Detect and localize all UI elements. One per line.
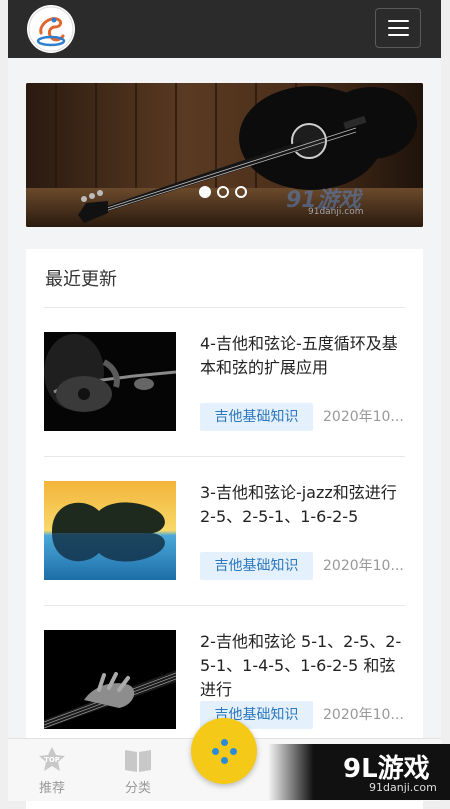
corner-watermark-text: 9L游戏	[343, 754, 430, 784]
corner-watermark-sub: 91danji.com	[369, 781, 437, 794]
category-tag[interactable]: 吉他基础知识	[200, 552, 313, 580]
banner-watermark-sub: 91danji.com	[308, 207, 364, 217]
divider	[44, 456, 405, 457]
article-date: 2020年10...	[323, 558, 404, 574]
hamburger-menu-button[interactable]	[375, 8, 421, 48]
carousel-dot[interactable]	[217, 186, 229, 198]
book-icon	[125, 750, 151, 772]
gamepad-dot-icon	[221, 757, 228, 764]
nav-label: 分类	[124, 781, 151, 796]
guitarist-dark-image	[44, 332, 176, 431]
top-bar	[8, 0, 441, 58]
article-thumbnail[interactable]	[44, 332, 176, 431]
divider	[44, 605, 405, 606]
logo-icon	[28, 6, 74, 52]
article-item[interactable]: 4-吉他和弦论-五度循环及基本和弦的扩展应用 吉他基础知识 2020年10...	[26, 332, 423, 462]
site-logo[interactable]	[27, 5, 75, 53]
category-tag[interactable]: 吉他基础知识	[200, 403, 313, 431]
article-item[interactable]: 3-吉他和弦论-jazz和弦进行2-5、2-5-1、1-6-2-5 吉他基础知识…	[26, 481, 423, 611]
article-title[interactable]: 4-吉他和弦论-五度循环及基本和弦的扩展应用	[200, 332, 408, 380]
gamepad-dot-icon	[221, 739, 228, 746]
carousel-dot-active[interactable]	[199, 186, 211, 198]
article-date: 2020年10...	[323, 707, 404, 723]
guitar-tree-reflection-image	[44, 481, 176, 580]
article-date: 2020年10...	[323, 409, 404, 425]
gamepad-fab-button[interactable]	[191, 718, 257, 784]
svg-text:TOP: TOP	[44, 756, 60, 764]
article-title[interactable]: 2-吉他和弦论 5-1、2-5、2-5-1、1-4-5、1-6-2-5 和弦进行	[200, 630, 408, 702]
article-thumbnail[interactable]	[44, 481, 176, 580]
divider	[44, 307, 405, 308]
hand-on-fretboard-image	[44, 630, 176, 729]
article-thumbnail[interactable]	[44, 630, 176, 729]
page-body: 91游戏 91danji.com 最近更新 4-吉他和弦论-五度循环及基本和弦的…	[8, 58, 441, 809]
section-title: 最近更新	[45, 269, 117, 290]
menu-bar-icon	[388, 27, 409, 29]
banner-carousel[interactable]: 91游戏 91danji.com	[26, 83, 423, 227]
nav-label: 推荐	[38, 781, 65, 796]
gamepad-dot-icon	[230, 748, 237, 755]
gamepad-dot-icon	[212, 748, 219, 755]
top-badge-icon: TOP	[39, 747, 65, 771]
menu-bar-icon	[388, 20, 409, 22]
menu-bar-icon	[388, 34, 409, 36]
nav-item-category[interactable]: 分类	[108, 739, 168, 801]
article-title[interactable]: 3-吉他和弦论-jazz和弦进行2-5、2-5-1、1-6-2-5	[200, 481, 408, 529]
nav-item-recommend[interactable]: TOP 推荐	[22, 739, 82, 801]
guitar-banner-image	[26, 83, 423, 227]
carousel-dot[interactable]	[235, 186, 247, 198]
